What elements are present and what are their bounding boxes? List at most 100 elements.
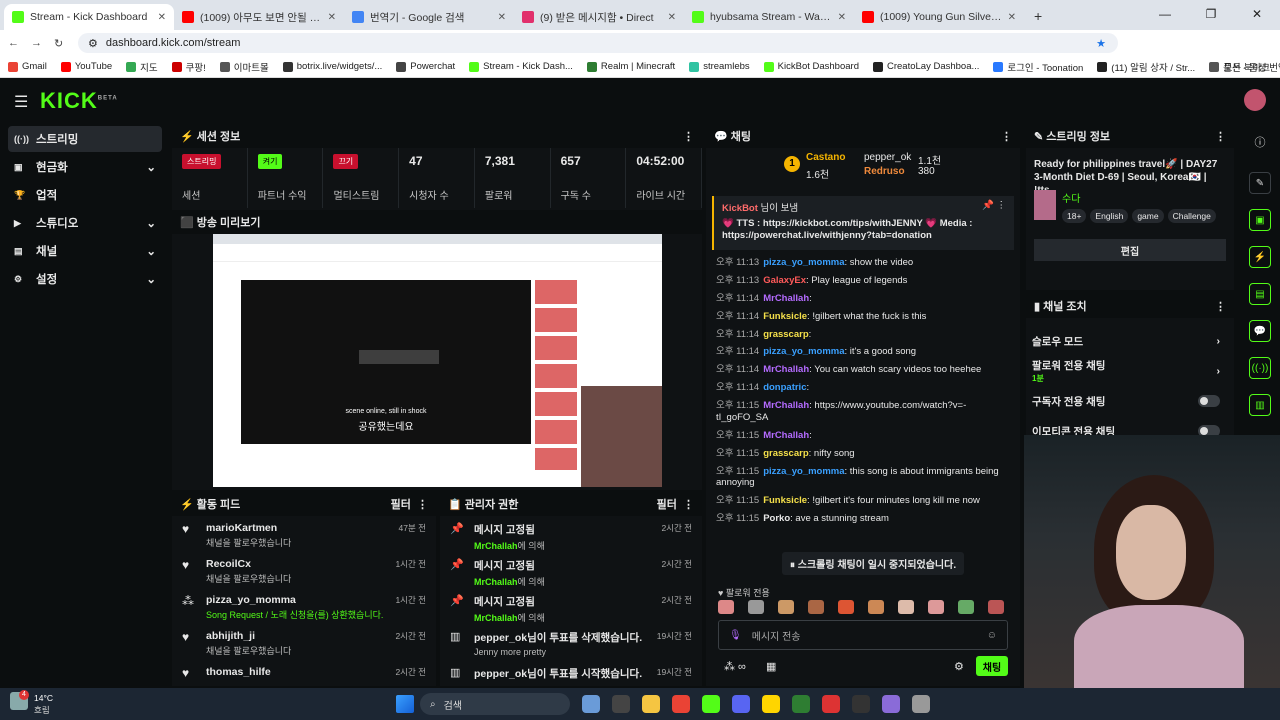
browser-tab[interactable]: (9) 받은 메시지함 • Direct ✕ [514,4,684,30]
sidebar-item[interactable]: ⚙ 설정 ⌄ [8,266,162,292]
activity-filter[interactable]: 필터 [391,499,411,511]
avatar[interactable] [1244,89,1266,111]
tab-close-icon[interactable]: ✕ [668,12,676,23]
chat-username[interactable]: Funksicle [763,495,807,506]
sidebar-item[interactable]: ▶ 스튜디오 ⌄ [8,210,162,236]
emote-icon[interactable] [748,600,764,614]
stream-tag[interactable]: game [1132,209,1164,223]
chevron-right-icon[interactable]: › [1217,365,1221,377]
site-info-icon[interactable]: ⚙ [88,37,98,50]
chat-username[interactable]: MrChallah [763,400,809,411]
stream-tag[interactable]: 18+ [1062,209,1087,223]
menu-icon[interactable]: ☰ [14,92,28,112]
chat-username[interactable]: MrChallah [763,364,809,375]
settings-icon[interactable]: ⚙ [954,660,964,673]
emote-icon[interactable] [898,600,914,614]
taskbar-app-icon[interactable] [792,695,810,713]
more-icon[interactable]: ⋮ [683,499,694,511]
leader-2-name[interactable]: pepper_ok [864,152,911,163]
file-icon[interactable]: ▤ [1249,283,1271,305]
sidebar-item[interactable]: 🏆 업적 [8,182,162,208]
emote-icon[interactable] [928,600,944,614]
bookmark-star-icon[interactable]: ★ [1096,37,1106,50]
emote-icon[interactable] [808,600,824,614]
chat-username[interactable]: Funksicle [763,311,807,322]
all-bookmarks[interactable]: 모든 북마크 [1224,60,1270,74]
tab-close-icon[interactable]: ✕ [498,12,506,23]
bookmark-item[interactable]: YouTube [60,61,112,72]
emote-icon[interactable] [988,600,1004,614]
chat-username[interactable]: GalaxyEx [763,275,806,286]
layout-icon[interactable]: ▥ [1249,394,1271,416]
taskbar-app-icon[interactable] [762,695,780,713]
taskbar-app-icon[interactable] [852,695,870,713]
windows-start-icon[interactable] [396,695,414,713]
bookmark-item[interactable]: botrix.live/widgets/... [282,61,382,72]
stream-tag[interactable]: English [1090,209,1129,223]
mod-by-user[interactable]: Jenny more pretty [474,647,546,657]
emote-icon[interactable] [778,600,794,614]
chat-username[interactable]: pizza_yo_momma [763,346,844,357]
chevron-down-icon[interactable]: ⌄ [146,244,156,258]
chat-username[interactable]: donpatric [763,382,806,393]
bookmark-item[interactable]: CreatoLay Dashboa... [872,61,979,72]
channel-action-row[interactable]: 슬로우 모드 › [1026,326,1234,356]
taskbar-app-icon[interactable] [912,695,930,713]
edit-icon[interactable]: ✎ [1249,172,1271,194]
chat-username[interactable]: MrChallah [763,430,809,441]
close-window-icon[interactable]: ✕ [1234,7,1280,21]
taskbar-app-icon[interactable] [732,695,750,713]
chat-paused-banner[interactable]: ⏸ 스크롤링 채팅이 일시 중지되었습니다. [782,552,965,575]
chat-send-button[interactable]: 채팅 [976,656,1008,676]
tab-close-icon[interactable]: ✕ [158,12,166,23]
stream-preview[interactable]: scene online, still in shock 공유했는데요 [213,234,662,487]
taskbar-app-icon[interactable] [702,695,720,713]
more-icon[interactable]: ⋮ [1215,300,1226,313]
tab-close-icon[interactable]: ✕ [838,12,846,23]
chat-username[interactable]: pizza_yo_momma [763,257,844,268]
bookmark-item[interactable]: Realm | Minecraft [586,61,675,72]
category-name[interactable]: 수다 [1062,190,1216,205]
browser-tab[interactable]: (1009) 아무도 보면 안될 조... ✕ [174,4,344,30]
activity-user[interactable]: marioKartmen [206,522,291,534]
chat-username[interactable]: grasscarp [763,329,808,340]
tab-close-icon[interactable]: ✕ [1008,12,1016,23]
mod-by-user[interactable]: MrChallah [474,541,518,551]
chevron-right-icon[interactable]: › [1217,335,1221,347]
more-icon[interactable]: ⋮ [417,499,428,511]
browser-tab[interactable]: 번역기 - Google 검색 ✕ [344,4,514,30]
lightning-icon[interactable]: ⚡ [1249,246,1271,268]
pin-icon[interactable]: 📌 ⋮ [982,200,1006,211]
taskbar-app-icon[interactable] [642,695,660,713]
kick-logo[interactable]: KICKBETA [40,88,118,114]
taskbar-search[interactable]: ⌕ 검색 [420,693,570,715]
toggle-switch[interactable] [1198,395,1220,407]
browser-tab[interactable]: hyubsama Stream - Watch Live ✕ [684,4,854,30]
emote-icon[interactable] [718,600,734,614]
chat-username[interactable]: pizza_yo_momma [763,466,844,477]
bookmark-item[interactable]: streamlebs [689,61,750,72]
chevron-down-icon[interactable]: ⌄ [146,272,156,286]
more-icon[interactable]: ⋮ [1001,130,1012,143]
channel-action-row[interactable]: 구독자 전용 채팅 [1026,386,1234,416]
broadcast-icon[interactable]: ((·)) [1249,357,1271,379]
bookmark-item[interactable]: 이마트몰 [219,60,269,74]
taskbar-app-icon[interactable] [612,695,630,713]
leader-1-name[interactable]: Castano [806,152,845,163]
chat-icon[interactable]: 💬 [1249,320,1271,342]
info-icon[interactable]: ⓘ [1240,134,1280,150]
chevron-down-icon[interactable]: ⌄ [146,160,156,174]
maximize-icon[interactable]: ❐ [1188,7,1234,21]
back-icon[interactable]: ← [8,37,19,49]
bookmark-item[interactable]: Stream - Kick Dash... [469,61,573,72]
browser-tab[interactable]: (1009) Young Gun Silver Fox ✕ [854,4,1024,30]
emoji-icon[interactable]: ☺ [987,630,997,641]
bookmark-item[interactable]: 로그인 - Toonation [993,60,1083,74]
more-icon[interactable]: ⋮ [683,130,694,143]
chat-username[interactable]: Porko [763,513,790,524]
screen-icon[interactable]: ▣ [1249,209,1271,231]
bookmark-item[interactable]: (11) 알림 상자 / Str... [1097,60,1195,74]
edit-button[interactable]: 편집 [1034,239,1226,261]
taskbar-app-icon[interactable] [882,695,900,713]
activity-user[interactable]: thomas_hilfe [206,666,271,678]
